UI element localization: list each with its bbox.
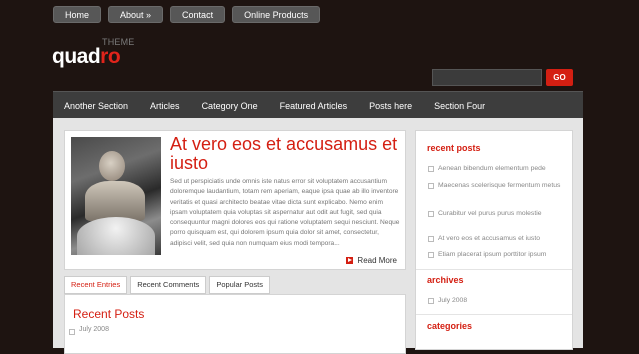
read-more-link[interactable]: Read More [346,256,397,265]
main-navigation: Another Section Articles Category One Fe… [53,91,583,119]
sidebar-item-label: Etiam placerat ipsum porttitor ipsum [438,251,547,258]
logo-wordmark-quad: quad [52,45,101,68]
bullet-icon [428,252,434,258]
sidebar-item-label: Curabitur vel purus purus molestie [438,210,542,217]
logo-wordmark-ro: ro [100,45,121,68]
tab-recent-entries[interactable]: Recent Entries [64,276,128,294]
sidebar-item-archive[interactable]: July 2008 [428,295,568,307]
top-navigation: Home About » Contact Online Products [53,6,321,23]
sidebar-item-label: July 2008 [438,297,468,304]
divider [416,269,572,270]
sidebar-item-recent-post[interactable]: Etiam placerat ipsum porttitor ipsum [428,249,568,261]
nav-about-link[interactable]: About » [108,6,164,23]
sidebar-item-label: At vero eos et accusamus et iusto [438,235,541,242]
sidebar-item-label: Maecenas scelerisque fermentum metus [438,182,561,189]
content-area: At vero eos et accusamus et iusto Sed ut… [53,118,583,354]
sidebar-item-recent-post[interactable]: Aenean bibendum elementum pede [428,163,568,175]
featured-post: At vero eos et accusamus et iusto Sed ut… [64,130,406,270]
tab-popular-posts[interactable]: Popular Posts [209,276,271,294]
sidebar-item-recent-post[interactable]: Curabitur vel purus purus molestie [428,208,568,220]
sidebar-archives-heading: archives [427,275,464,285]
list-item[interactable]: July 2008 [69,326,109,335]
image-figure-dress [77,217,155,255]
arrow-right-icon [346,257,354,264]
nav-home-link[interactable]: Home [53,6,102,23]
sidebar-item-label: Aenean bibendum elementum pede [438,165,546,172]
search-form: GO [432,69,573,86]
mainnav-articles[interactable]: Articles [139,101,191,111]
list-item-label: July 2008 [79,326,109,333]
mainnav-featured-articles[interactable]: Featured Articles [269,101,359,111]
bullet-icon [428,298,434,304]
post-tabs: Recent Entries Recent Comments Popular P… [64,276,271,294]
featured-post-image[interactable] [71,137,161,255]
image-figure-body [85,181,145,221]
nav-contact-link[interactable]: Contact [170,6,226,23]
sidebar-item-recent-post[interactable]: At vero eos et accusamus et iusto [428,233,568,245]
nav-online-products-link[interactable]: Online Products [232,6,321,23]
divider [416,314,572,315]
recent-posts-heading: Recent Posts [73,307,145,321]
bullet-icon [428,236,434,242]
tab-recent-comments[interactable]: Recent Comments [130,276,207,294]
bullet-icon [428,183,434,189]
sidebar-item-recent-post[interactable]: Maecenas scelerisque fermentum metus [428,180,568,192]
recent-posts-panel: Recent Posts July 2008 [64,294,406,354]
bullet-icon [69,329,75,335]
post-title[interactable]: At vero eos et accusamus et iusto [170,135,400,173]
mainnav-another-section[interactable]: Another Section [53,101,139,111]
bullet-icon [428,211,434,217]
read-more-label: Read More [357,256,397,265]
logo-wordmark: quadro [52,45,121,69]
post-excerpt: Sed ut perspiciatis unde omnis iste natu… [170,178,400,247]
image-figure-head [99,151,125,181]
search-go-button[interactable]: GO [546,69,573,86]
mainnav-posts-here[interactable]: Posts here [358,101,423,111]
search-input[interactable] [432,69,542,86]
mainnav-section-four[interactable]: Section Four [423,101,496,111]
sidebar-categories-heading: categories [427,321,473,331]
mainnav-category-one[interactable]: Category One [191,101,269,111]
sidebar: recent posts Aenean bibendum elementum p… [415,130,573,350]
sidebar-recent-posts-heading: recent posts [427,143,481,153]
bullet-icon [428,166,434,172]
